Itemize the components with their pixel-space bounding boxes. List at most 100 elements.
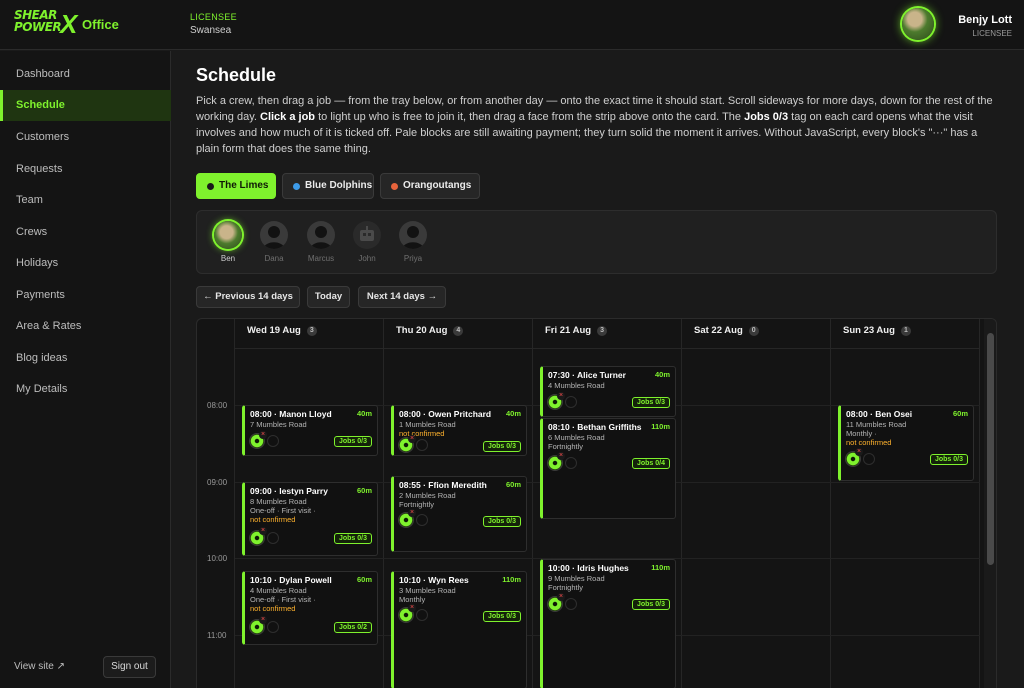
person-silhouette-icon	[399, 221, 427, 249]
hour-line	[831, 635, 980, 636]
day-column-wed-19-aug[interactable]: Wed 19 Aug 3 08:00 · Manon Lloyd 40m 7 Mu…	[235, 319, 384, 688]
face-priya[interactable]: Priya	[393, 219, 433, 267]
intro-bold-2: Jobs 0/3	[744, 111, 789, 123]
sidebar-item-requests[interactable]: Requests	[0, 154, 171, 185]
job-card[interactable]: 08:00 · Ben Osei 60m 11 Mumbles Road Mon…	[838, 405, 974, 481]
licensee-block: LICENSEE Swansea	[190, 12, 237, 36]
empty-crew-slot[interactable]	[565, 396, 577, 408]
job-title: 08:00 · Ben Osei	[846, 409, 913, 419]
jobs-tag[interactable]: Jobs 0/3	[482, 516, 521, 527]
jobs-tag[interactable]: Jobs 0/3	[482, 441, 521, 452]
crew-color-dot	[207, 183, 214, 190]
face-marcus[interactable]: Marcus	[301, 219, 341, 267]
vertical-scrollbar[interactable]	[984, 319, 996, 688]
job-card[interactable]: 10:10 · Dylan Powell 60m 4 Mumbles Road …	[242, 571, 378, 645]
scrollbar-thumb[interactable]	[987, 333, 994, 565]
sidebar-item-customers[interactable]: Customers	[0, 122, 171, 153]
time-label: 10:00	[207, 554, 228, 563]
job-address: 4 Mumbles Road	[548, 381, 605, 390]
empty-crew-slot[interactable]	[416, 514, 428, 526]
empty-crew-slot[interactable]	[416, 609, 428, 621]
hour-line	[831, 558, 980, 559]
day-column-thu-20-aug[interactable]: Thu 20 Aug 4 08:00 · Owen Pritchard 40m 1…	[384, 319, 533, 688]
day-label: Sat 22 Aug	[694, 325, 743, 336]
empty-crew-slot[interactable]	[267, 532, 279, 544]
remove-x-icon[interactable]: ×	[408, 604, 416, 612]
jobs-tag[interactable]: Jobs 0/3	[631, 599, 670, 610]
empty-crew-slot[interactable]	[267, 435, 279, 447]
not-confirmed-warning: not confirmed	[846, 438, 892, 447]
view-site-link[interactable]: View site ↗	[14, 661, 65, 672]
crew-color-dot	[391, 183, 398, 190]
job-duration: 60m	[356, 486, 372, 495]
day-header: Sat 22 Aug 0	[682, 319, 831, 349]
sidebar-item-area-rates[interactable]: Area & Rates	[0, 311, 171, 342]
day-column-sun-23-aug[interactable]: Sun 23 Aug 1 08:00 · Ben Osei 60m 11 Mumb…	[831, 319, 980, 688]
remove-x-icon[interactable]: ×	[557, 593, 565, 601]
job-address: 3 Mumbles Road	[399, 586, 456, 595]
brand[interactable]: SHEAR POWER X Office	[14, 9, 174, 41]
remove-x-icon[interactable]: ×	[259, 527, 267, 535]
sidebar-item-holidays[interactable]: Holidays	[0, 248, 171, 279]
crew-tab-the-limes[interactable]: The Limes	[196, 173, 276, 199]
sidebar-item-my-details[interactable]: My Details	[0, 374, 171, 405]
sidebar-item-blog-ideas[interactable]: Blog ideas	[0, 343, 171, 374]
job-card[interactable]: 08:10 · Bethan Griffiths 110m 6 Mumbles …	[540, 418, 676, 519]
face-john[interactable]: John	[347, 219, 387, 267]
previous-14-days-button[interactable]: ← Previous 14 days	[196, 286, 300, 308]
remove-x-icon[interactable]: ×	[259, 431, 267, 439]
job-address: 11 Mumbles Road	[846, 420, 907, 429]
sidebar: Dashboard Schedule Customers Requests Te…	[0, 51, 171, 688]
empty-crew-slot[interactable]	[863, 453, 875, 465]
job-card[interactable]: 10:00 · Idris Hughes 110m 9 Mumbles Road…	[540, 559, 676, 688]
jobs-tag[interactable]: Jobs 0/3	[333, 533, 372, 544]
remove-x-icon[interactable]: ×	[557, 392, 565, 400]
remove-x-icon[interactable]: ×	[557, 452, 565, 460]
jobs-tag[interactable]: Jobs 0/4	[631, 458, 670, 469]
user-avatar[interactable]	[902, 8, 934, 40]
jobs-tag[interactable]: Jobs 0/3	[929, 454, 968, 465]
jobs-tag[interactable]: Jobs 0/3	[333, 436, 372, 447]
job-card[interactable]: 09:00 · Iestyn Parry 60m 8 Mumbles Road …	[242, 482, 378, 556]
remove-x-icon[interactable]: ×	[408, 509, 416, 517]
today-button[interactable]: Today	[307, 286, 350, 308]
day-header: Sun 23 Aug 1	[831, 319, 980, 349]
sidebar-item-payments[interactable]: Payments	[0, 280, 171, 311]
sidebar-item-schedule[interactable]: Schedule	[0, 90, 171, 121]
job-card[interactable]: 08:55 · Ffion Meredith 60m 2 Mumbles Roa…	[391, 476, 527, 552]
sidebar-item-team[interactable]: Team	[0, 185, 171, 216]
empty-crew-slot[interactable]	[565, 598, 577, 610]
face-name: Marcus	[307, 254, 335, 263]
job-card[interactable]: 07:30 · Alice Turner 40m 4 Mumbles Road …	[540, 366, 676, 417]
sidebar-item-dashboard[interactable]: Dashboard	[0, 59, 171, 90]
empty-crew-slot[interactable]	[416, 439, 428, 451]
remove-x-icon[interactable]: ×	[855, 448, 863, 456]
not-confirmed-warning: not confirmed	[250, 515, 296, 524]
next-14-days-button[interactable]: Next 14 days →	[358, 286, 446, 308]
jobs-tag[interactable]: Jobs 0/2	[333, 622, 372, 633]
schedule-calendar: 08:00 09:00 10:00 11:00 Wed 19 Aug 3 08:0…	[196, 318, 997, 688]
sign-out-button[interactable]: Sign out	[103, 656, 156, 678]
day-column-fri-21-aug[interactable]: Fri 21 Aug 3 07:30 · Alice Turner 40m 4 M…	[533, 319, 682, 688]
job-card[interactable]: 08:00 · Manon Lloyd 40m 7 Mumbles Road ×…	[242, 405, 378, 456]
empty-crew-slot[interactable]	[565, 457, 577, 469]
job-address: 9 Mumbles Road	[548, 574, 605, 583]
hour-line	[682, 482, 831, 483]
face-dana[interactable]: Dana	[254, 219, 294, 267]
remove-x-icon[interactable]: ×	[408, 435, 416, 443]
remove-x-icon[interactable]: ×	[259, 616, 267, 624]
job-duration: 60m	[505, 480, 521, 489]
crew-tab-blue-dolphins[interactable]: Blue Dolphins	[282, 173, 374, 199]
jobs-tag[interactable]: Jobs 0/3	[482, 611, 521, 622]
jobs-tag[interactable]: Jobs 0/3	[631, 397, 670, 408]
empty-crew-slot[interactable]	[267, 621, 279, 633]
job-card[interactable]: 08:00 · Owen Pritchard 40m 1 Mumbles Roa…	[391, 405, 527, 456]
face-ben[interactable]: Ben	[208, 219, 248, 267]
job-duration: 40m	[654, 370, 670, 379]
crew-tab-label: Orangoutangs	[403, 180, 472, 191]
crew-tab-orangoutangs[interactable]: Orangoutangs	[380, 173, 480, 199]
user-menu[interactable]: Benjy Lott LICENSEE	[902, 8, 1012, 42]
job-card[interactable]: 10:10 · Wyn Rees 110m 3 Mumbles Road Mon…	[391, 571, 527, 688]
day-column-sat-22-aug[interactable]: Sat 22 Aug 0	[682, 319, 831, 688]
sidebar-item-crews[interactable]: Crews	[0, 217, 171, 248]
